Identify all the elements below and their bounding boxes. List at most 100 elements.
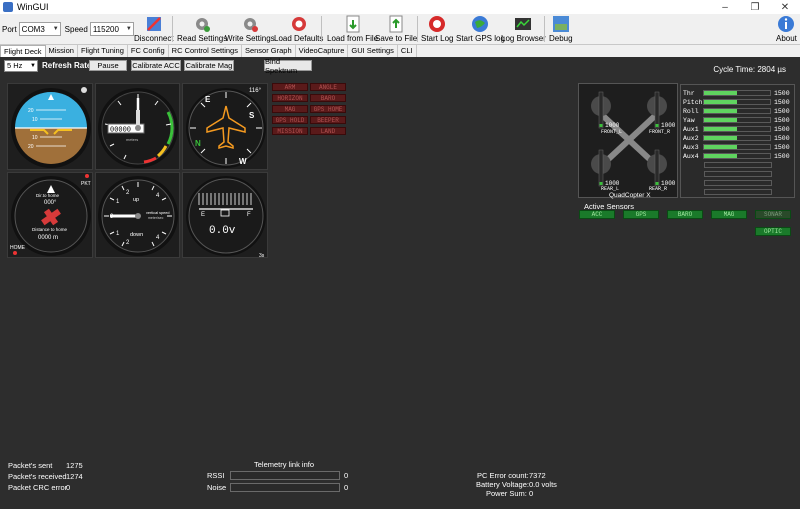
heading-letter-e: E: [205, 95, 211, 104]
refresh-rate-label: Refresh Rate: [42, 61, 92, 70]
file-load-icon: [346, 15, 360, 33]
rc-row-aux3: Aux3 1500: [683, 143, 790, 151]
rc-bar: [703, 153, 771, 159]
start-log-button[interactable]: Start Log: [421, 15, 453, 43]
disconnect-button[interactable]: Disconnect: [134, 15, 174, 43]
rc-row-yaw: Yaw 1500: [683, 116, 790, 124]
tab-mission[interactable]: Mission: [46, 45, 78, 57]
tab-sensor-graph[interactable]: Sensor Graph: [242, 45, 296, 57]
rssi-label: RSSI: [207, 471, 225, 480]
heading-value: 116°: [249, 88, 262, 94]
tab-gui-settings[interactable]: GUI Settings: [348, 45, 398, 57]
crc-error-value: 0: [66, 483, 71, 492]
start-gps-log-button[interactable]: Start GPS log: [456, 15, 505, 43]
flag-beeper: BEEPER: [310, 116, 346, 124]
attitude-mark: 20: [28, 144, 34, 150]
tab-video-capture[interactable]: VideoCapture: [296, 45, 349, 57]
home-dist-value: 0000 m: [38, 235, 58, 241]
port-select[interactable]: COM3 ▼: [18, 22, 61, 36]
voltage-readout: 0.0v: [209, 225, 236, 237]
toolbar-separator: [544, 16, 545, 42]
heading-letter-s: S: [249, 111, 255, 120]
rc-bar-fill: [704, 91, 737, 95]
rc-bar: [703, 90, 771, 96]
rc-bar-fill: [704, 154, 737, 158]
disconnect-icon: [146, 17, 161, 31]
crc-error-label: Packet CRC error: [8, 483, 68, 492]
tab-rc-control-settings[interactable]: RC Control Settings: [169, 45, 242, 57]
tab-cli[interactable]: CLI: [398, 45, 417, 57]
port-group: Port COM3 ▼ Speed 115200 ▼: [2, 22, 134, 36]
calibrate-acc-button[interactable]: Calibrate ACC: [131, 60, 181, 71]
rc-row-thr: Thr 1500: [683, 89, 790, 97]
rc-bar: [703, 135, 771, 141]
vsi-label: vertical speed: [146, 211, 169, 215]
rssi-bar: [230, 471, 340, 480]
motor-label-rear-r: REAR_R: [649, 186, 667, 192]
pc-error-value: 7372: [529, 471, 546, 480]
gear-write-icon: [243, 18, 258, 32]
heading-letter-n: N: [195, 139, 201, 148]
maximize-icon[interactable]: ❐: [740, 0, 770, 14]
power-sum-label: Power Sum:: [486, 489, 527, 498]
rc-row-aux4: Aux4 1500: [683, 152, 790, 160]
toolbar-separator: [417, 16, 418, 42]
title-bar: WinGUI – ❐ ✕: [0, 0, 800, 14]
heading-indicator: E S W N 116°: [182, 83, 268, 170]
bind-spektrum-button[interactable]: Bind Spektrum: [264, 57, 312, 75]
home-direction-gauge: Dir.to home 000° Distance to home 0000 m…: [7, 172, 93, 258]
rc-bar-fill: [704, 109, 737, 113]
tab-strip: Flight Deck Mission Flight Tuning FC Con…: [0, 45, 800, 57]
debug-button[interactable]: Debug: [549, 15, 573, 43]
cells-label: 3s: [259, 253, 265, 259]
app-icon: [3, 2, 13, 12]
fuel-f: F: [247, 212, 251, 218]
power-sum-value: 0: [529, 489, 534, 498]
rc-row-aux1: Aux1 1500: [683, 125, 790, 133]
sensor-mag: MAG: [711, 210, 747, 219]
sensor-optic: OPTIC: [755, 227, 791, 236]
debug-icon: [552, 16, 569, 32]
refresh-rate-select[interactable]: 5 Hz ▼: [4, 60, 38, 72]
save-to-file-button[interactable]: Save to File: [375, 15, 417, 43]
battery-gauge: E F 0.0v 3s: [182, 172, 268, 259]
tab-flight-deck[interactable]: Flight Deck: [0, 45, 46, 57]
altimeter-unit: meters: [126, 137, 138, 142]
port-label: Port: [2, 24, 17, 34]
attitude-mark: 10: [32, 117, 38, 123]
rc-bar: [703, 99, 771, 105]
tab-fc-config[interactable]: FC Config: [128, 45, 169, 57]
sensor-gps: GPS: [623, 210, 659, 219]
window-title: WinGUI: [17, 2, 49, 12]
load-defaults-button[interactable]: Load Defaults: [274, 15, 323, 43]
about-button[interactable]: About: [776, 15, 797, 43]
log-browser-icon: [515, 18, 532, 30]
packets-received-value: 1274: [66, 472, 83, 481]
heading-letter-w: W: [239, 157, 247, 166]
attitude-mark: 20: [28, 108, 34, 114]
load-from-file-button[interactable]: Load from File: [327, 15, 378, 43]
rc-bar: [703, 144, 771, 150]
rc-bar-fill: [704, 127, 737, 131]
rc-bar: [703, 117, 771, 123]
motor-label-front-l: FRONT_L: [601, 129, 622, 135]
read-settings-button[interactable]: Read Settings: [177, 15, 227, 43]
tab-flight-tuning[interactable]: Flight Tuning: [78, 45, 128, 57]
speed-select[interactable]: 115200 ▼: [89, 22, 134, 36]
calibrate-mag-button[interactable]: Calibrate Mag: [184, 60, 234, 71]
close-icon[interactable]: ✕: [770, 0, 800, 14]
log-browser-button[interactable]: Log Browser: [501, 15, 546, 43]
pause-button[interactable]: Pause: [89, 60, 127, 71]
flag-land: LAND: [310, 127, 346, 135]
rc-row-pitch: Pitch 1500: [683, 98, 790, 106]
packets-received-label: Packet's received: [8, 472, 67, 481]
fuel-e: E: [201, 212, 205, 218]
rc-row-aux2: Aux2 1500: [683, 134, 790, 142]
motor-mixer: 1000 FRONT_L 1000 FRONT_R 1000 REAR_L 10…: [578, 83, 678, 199]
write-settings-button[interactable]: Write Settings: [225, 15, 275, 43]
cycle-time: Cycle Time: 2804 µs: [713, 65, 786, 74]
minimize-icon[interactable]: –: [710, 0, 740, 14]
rc-bar-empty: [704, 189, 772, 195]
rc-bar-fill: [704, 100, 737, 104]
packets-sent-value: 1275: [66, 461, 83, 470]
